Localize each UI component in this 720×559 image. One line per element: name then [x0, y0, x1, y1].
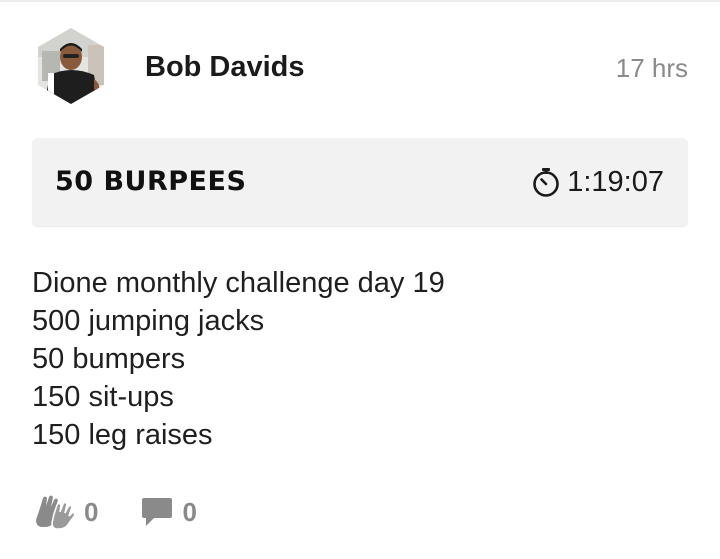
- avatar[interactable]: [32, 27, 110, 105]
- workout-duration-value: 1:19:07: [567, 166, 664, 198]
- description-line: 150 leg raises: [32, 419, 213, 451]
- feed-post: Bob Davids 17 hrs 50 BURPEES 1:19:07 Dio…: [0, 0, 720, 559]
- high-five-icon: [36, 495, 76, 530]
- description-line: 500 jumping jacks: [32, 305, 265, 337]
- author-name[interactable]: Bob Davids: [145, 50, 305, 84]
- workout-duration: 1:19:07: [530, 164, 664, 200]
- description-line: 50 bumpers: [32, 343, 186, 375]
- stopwatch-icon: [533, 168, 560, 197]
- post-timestamp: 17 hrs: [615, 53, 688, 83]
- description-line: 150 sit-ups: [32, 381, 174, 413]
- post-actions: 0 0: [34, 492, 197, 532]
- post-description: Dione monthly challenge day 19 500 jumpi…: [32, 264, 688, 454]
- workout-title: 50 BURPEES: [55, 166, 247, 197]
- divider: [0, 0, 720, 2]
- comment-button[interactable]: 0: [140, 494, 197, 530]
- high-five-button[interactable]: 0: [34, 494, 98, 530]
- comment-icon: [142, 498, 173, 526]
- comment-count: 0: [182, 497, 197, 527]
- description-line: Dione monthly challenge day 19: [32, 267, 445, 299]
- high-five-count: 0: [84, 497, 99, 527]
- workout-card[interactable]: 50 BURPEES 1:19:07: [32, 138, 688, 226]
